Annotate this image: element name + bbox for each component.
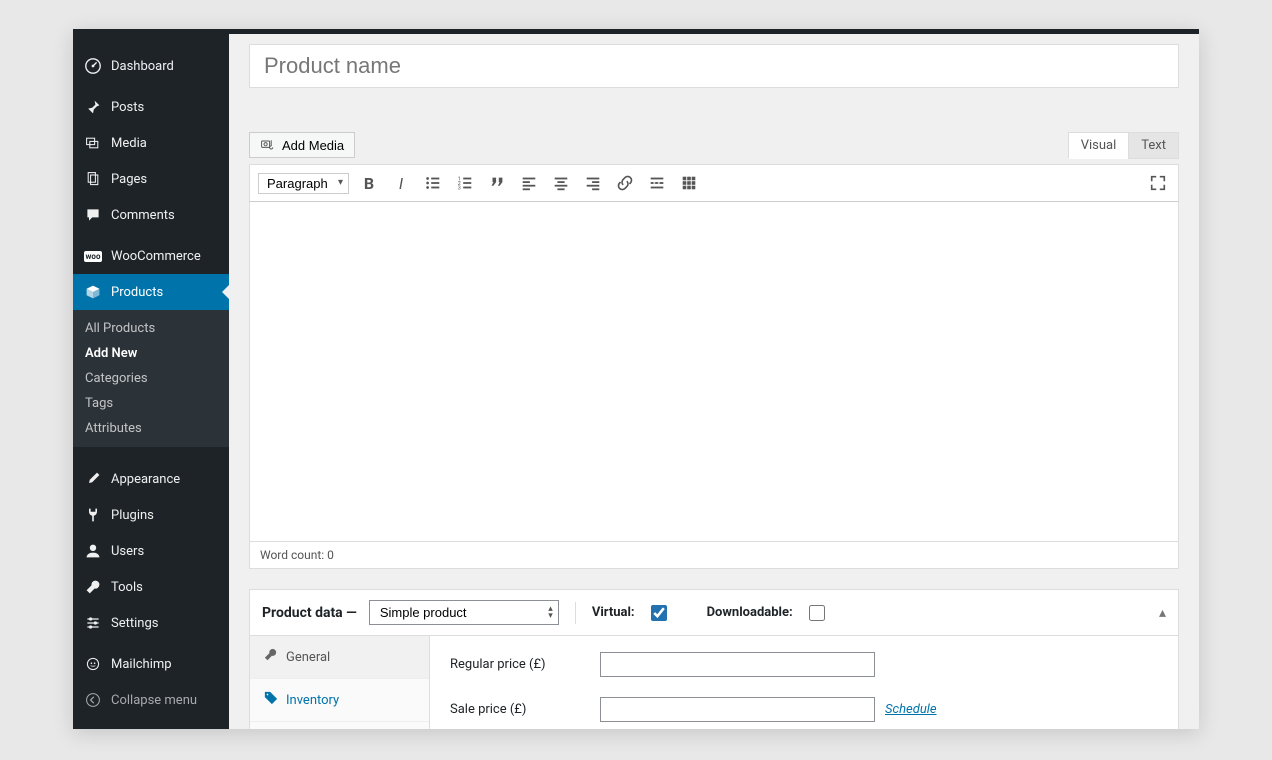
virtual-checkbox[interactable] <box>651 605 667 621</box>
panel-toggle-icon[interactable]: ▴ <box>1159 605 1166 621</box>
camera-music-icon <box>260 137 276 153</box>
tag-icon <box>264 691 278 709</box>
product-data-body: General Inventory Regular price (£) Sale… <box>250 636 1178 729</box>
sidebar-item-label: Pages <box>111 172 147 187</box>
submenu-add-new[interactable]: Add New <box>73 341 229 366</box>
comment-icon <box>83 205 103 225</box>
collapse-menu[interactable]: Collapse menu <box>73 682 229 718</box>
sidebar-item-pages[interactable]: Pages <box>73 161 229 197</box>
sidebar-item-label: Plugins <box>111 508 154 523</box>
admin-frame: Dashboard Posts Media Pages Comments woo… <box>73 29 1199 729</box>
downloadable-checkbox[interactable] <box>809 605 825 621</box>
regular-price-row: Regular price (£) <box>450 652 1158 677</box>
product-data-panel: Product data — Simple product ▴▾ Virtual… <box>249 589 1179 729</box>
product-data-header: Product data — Simple product ▴▾ Virtual… <box>250 590 1178 636</box>
product-data-title: Product data — <box>262 605 357 621</box>
sidebar-item-settings[interactable]: Settings <box>73 605 229 641</box>
submenu-attributes[interactable]: Attributes <box>73 416 229 441</box>
collapse-label: Collapse menu <box>111 693 197 708</box>
tab-general[interactable]: General <box>250 636 429 679</box>
sliders-icon <box>83 613 103 633</box>
sidebar-item-label: Posts <box>111 100 144 115</box>
pages-icon <box>83 169 103 189</box>
tab-inventory[interactable]: Inventory <box>250 679 429 722</box>
sidebar-item-label: Dashboard <box>111 59 174 74</box>
mailchimp-icon <box>83 654 103 674</box>
tab-visual[interactable]: Visual <box>1068 132 1130 159</box>
sidebar-submenu: All Products Add New Categories Tags Att… <box>73 310 229 447</box>
italic-button[interactable]: I <box>389 171 413 195</box>
sidebar-item-label: Products <box>111 285 163 300</box>
submenu-tags[interactable]: Tags <box>73 391 229 416</box>
sidebar-item-label: Settings <box>111 616 158 631</box>
woo-icon: woo <box>83 246 103 266</box>
bullet-list-button[interactable] <box>421 171 445 195</box>
sidebar-item-label: Media <box>111 136 147 151</box>
format-select[interactable]: Paragraph <box>258 173 349 194</box>
svg-text:3: 3 <box>458 185 461 191</box>
align-left-button[interactable] <box>517 171 541 195</box>
sidebar-item-label: Appearance <box>111 472 180 487</box>
editor-textarea[interactable] <box>249 202 1179 542</box>
sidebar-item-products[interactable]: Products <box>73 274 229 310</box>
editor-wrap: Add Media Visual Text Paragraph B I 123 <box>249 132 1179 569</box>
sidebar-item-posts[interactable]: Posts <box>73 89 229 125</box>
link-button[interactable] <box>613 171 637 195</box>
admin-sidebar: Dashboard Posts Media Pages Comments woo… <box>73 34 229 729</box>
regular-price-input[interactable] <box>600 652 875 677</box>
editor-tab-switch: Visual Text <box>1069 132 1179 159</box>
product-title-input[interactable] <box>249 44 1179 88</box>
virtual-label: Virtual: <box>592 605 635 620</box>
wrench-small-icon <box>264 648 278 666</box>
sale-price-row: Sale price (£) Schedule <box>450 697 1158 722</box>
product-type-select[interactable]: Simple product <box>369 600 559 625</box>
product-data-tabs: General Inventory <box>250 636 430 729</box>
sidebar-item-label: Comments <box>111 208 175 223</box>
sidebar-item-plugins[interactable]: Plugins <box>73 497 229 533</box>
submenu-categories[interactable]: Categories <box>73 366 229 391</box>
word-count-status: Word count: 0 <box>249 542 1179 569</box>
sidebar-item-tools[interactable]: Tools <box>73 569 229 605</box>
toolbar-toggle-button[interactable] <box>677 171 701 195</box>
sidebar-item-mailchimp[interactable]: Mailchimp <box>73 646 229 682</box>
regular-price-label: Regular price (£) <box>450 657 600 672</box>
bold-button[interactable]: B <box>357 171 381 195</box>
dashboard-icon <box>83 56 103 76</box>
sidebar-item-label: WooCommerce <box>111 249 201 264</box>
tab-text[interactable]: Text <box>1128 132 1179 159</box>
add-media-button[interactable]: Add Media <box>249 132 355 158</box>
sidebar-item-label: Mailchimp <box>111 657 172 672</box>
sidebar-item-comments[interactable]: Comments <box>73 197 229 233</box>
sidebar-item-media[interactable]: Media <box>73 125 229 161</box>
numbered-list-button[interactable]: 123 <box>453 171 477 195</box>
blockquote-button[interactable] <box>485 171 509 195</box>
collapse-icon <box>83 690 103 710</box>
add-media-label: Add Media <box>282 138 344 153</box>
sidebar-item-appearance[interactable]: Appearance <box>73 461 229 497</box>
pin-icon <box>83 97 103 117</box>
box-icon <box>83 282 103 302</box>
product-data-fields: Regular price (£) Sale price (£) Schedul… <box>430 636 1178 729</box>
media-icon <box>83 133 103 153</box>
brush-icon <box>83 469 103 489</box>
sidebar-item-users[interactable]: Users <box>73 533 229 569</box>
fullscreen-button[interactable] <box>1146 171 1170 195</box>
schedule-link[interactable]: Schedule <box>885 702 937 717</box>
user-icon <box>83 541 103 561</box>
downloadable-label: Downloadable: <box>707 605 793 620</box>
read-more-button[interactable] <box>645 171 669 195</box>
sale-price-input[interactable] <box>600 697 875 722</box>
sidebar-item-dashboard[interactable]: Dashboard <box>73 48 229 84</box>
main-content: Add Media Visual Text Paragraph B I 123 <box>229 34 1199 729</box>
sidebar-item-label: Tools <box>111 580 143 595</box>
editor-toolbar: Paragraph B I 123 <box>249 164 1179 202</box>
align-right-button[interactable] <box>581 171 605 195</box>
sidebar-item-woocommerce[interactable]: woo WooCommerce <box>73 238 229 274</box>
wrench-icon <box>83 577 103 597</box>
plug-icon <box>83 505 103 525</box>
submenu-all-products[interactable]: All Products <box>73 316 229 341</box>
sidebar-item-label: Users <box>111 544 144 559</box>
sale-price-label: Sale price (£) <box>450 702 600 717</box>
align-center-button[interactable] <box>549 171 573 195</box>
